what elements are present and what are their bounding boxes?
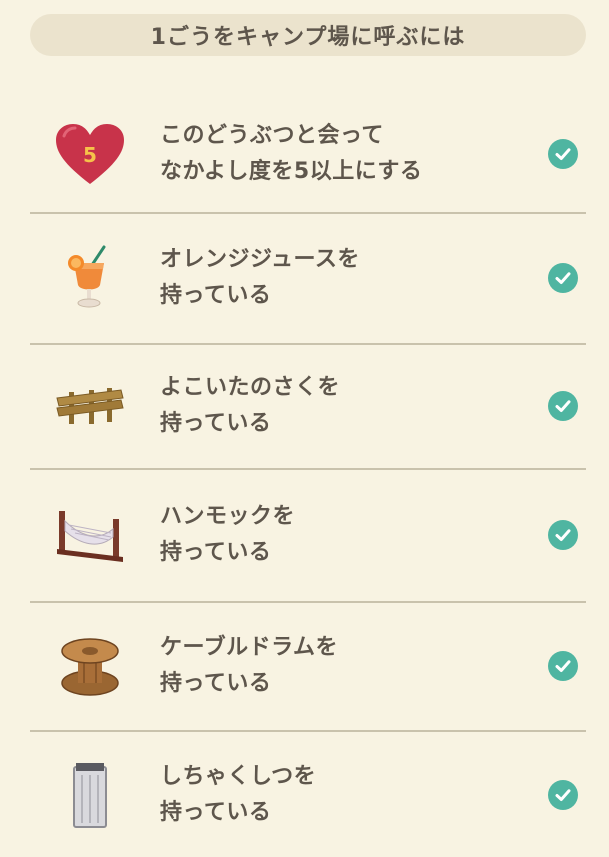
- trash-can-icon: [30, 732, 150, 857]
- condition-line-1: ケーブルドラムを: [160, 635, 339, 660]
- side-fence-icon: [30, 345, 150, 467]
- condition-text: よこいたのさくを 持っている: [150, 370, 548, 442]
- check-icon: [548, 391, 578, 421]
- check-icon: [548, 651, 578, 681]
- condition-line-2: 持っている: [160, 540, 272, 565]
- condition-row-fence: よこいたのさくを 持っている: [30, 345, 586, 467]
- check-icon: [548, 520, 578, 550]
- condition-line-1: このどうぶつと会って: [160, 123, 384, 148]
- condition-row-changing-room: しちゃくしつを 持っている: [30, 732, 586, 857]
- check-icon: [548, 263, 578, 293]
- condition-text: ケーブルドラムを 持っている: [150, 630, 548, 702]
- condition-row-orange-juice: オレンジジュースを 持っている: [30, 214, 586, 342]
- condition-line-2: 持っている: [160, 671, 272, 696]
- condition-text: オレンジジュースを 持っている: [150, 242, 548, 314]
- condition-row-cable-drum: ケーブルドラムを 持っている: [30, 603, 586, 729]
- condition-text: このどうぶつと会って なかよし度を5以上にする: [150, 118, 548, 190]
- condition-line-1: しちゃくしつを: [160, 763, 317, 789]
- check-icon: [548, 139, 578, 169]
- condition-row-friendship: 5 このどうぶつと会って なかよし度を5以上にする: [30, 96, 586, 212]
- condition-text: しちゃくしつを 持っている: [150, 759, 548, 831]
- condition-line-2: 持っている: [160, 283, 272, 308]
- condition-line-1: ハンモックを: [160, 504, 296, 529]
- heart-icon: 5: [30, 96, 150, 212]
- condition-line-2: なかよし度を5以上にする: [160, 159, 423, 184]
- condition-text: ハンモックを 持っている: [150, 499, 548, 571]
- heart-number: 5: [83, 143, 97, 167]
- page-title: 1ごうをキャンプ場に呼ぶには: [30, 14, 586, 56]
- page-title-text: 1ごうをキャンプ場に呼ぶには: [150, 25, 466, 50]
- check-icon: [548, 779, 578, 810]
- condition-line-2: 持っている: [160, 411, 272, 436]
- condition-line-1: オレンジジュースを: [160, 247, 360, 272]
- condition-line-1: よこいたのさくを: [160, 375, 341, 400]
- condition-row-hammock: ハンモックを 持っている: [30, 470, 586, 600]
- hammock-icon: [30, 470, 150, 600]
- cable-drum-icon: [30, 603, 150, 729]
- condition-line-2: 持っている: [160, 799, 272, 825]
- orange-juice-icon: [30, 214, 150, 342]
